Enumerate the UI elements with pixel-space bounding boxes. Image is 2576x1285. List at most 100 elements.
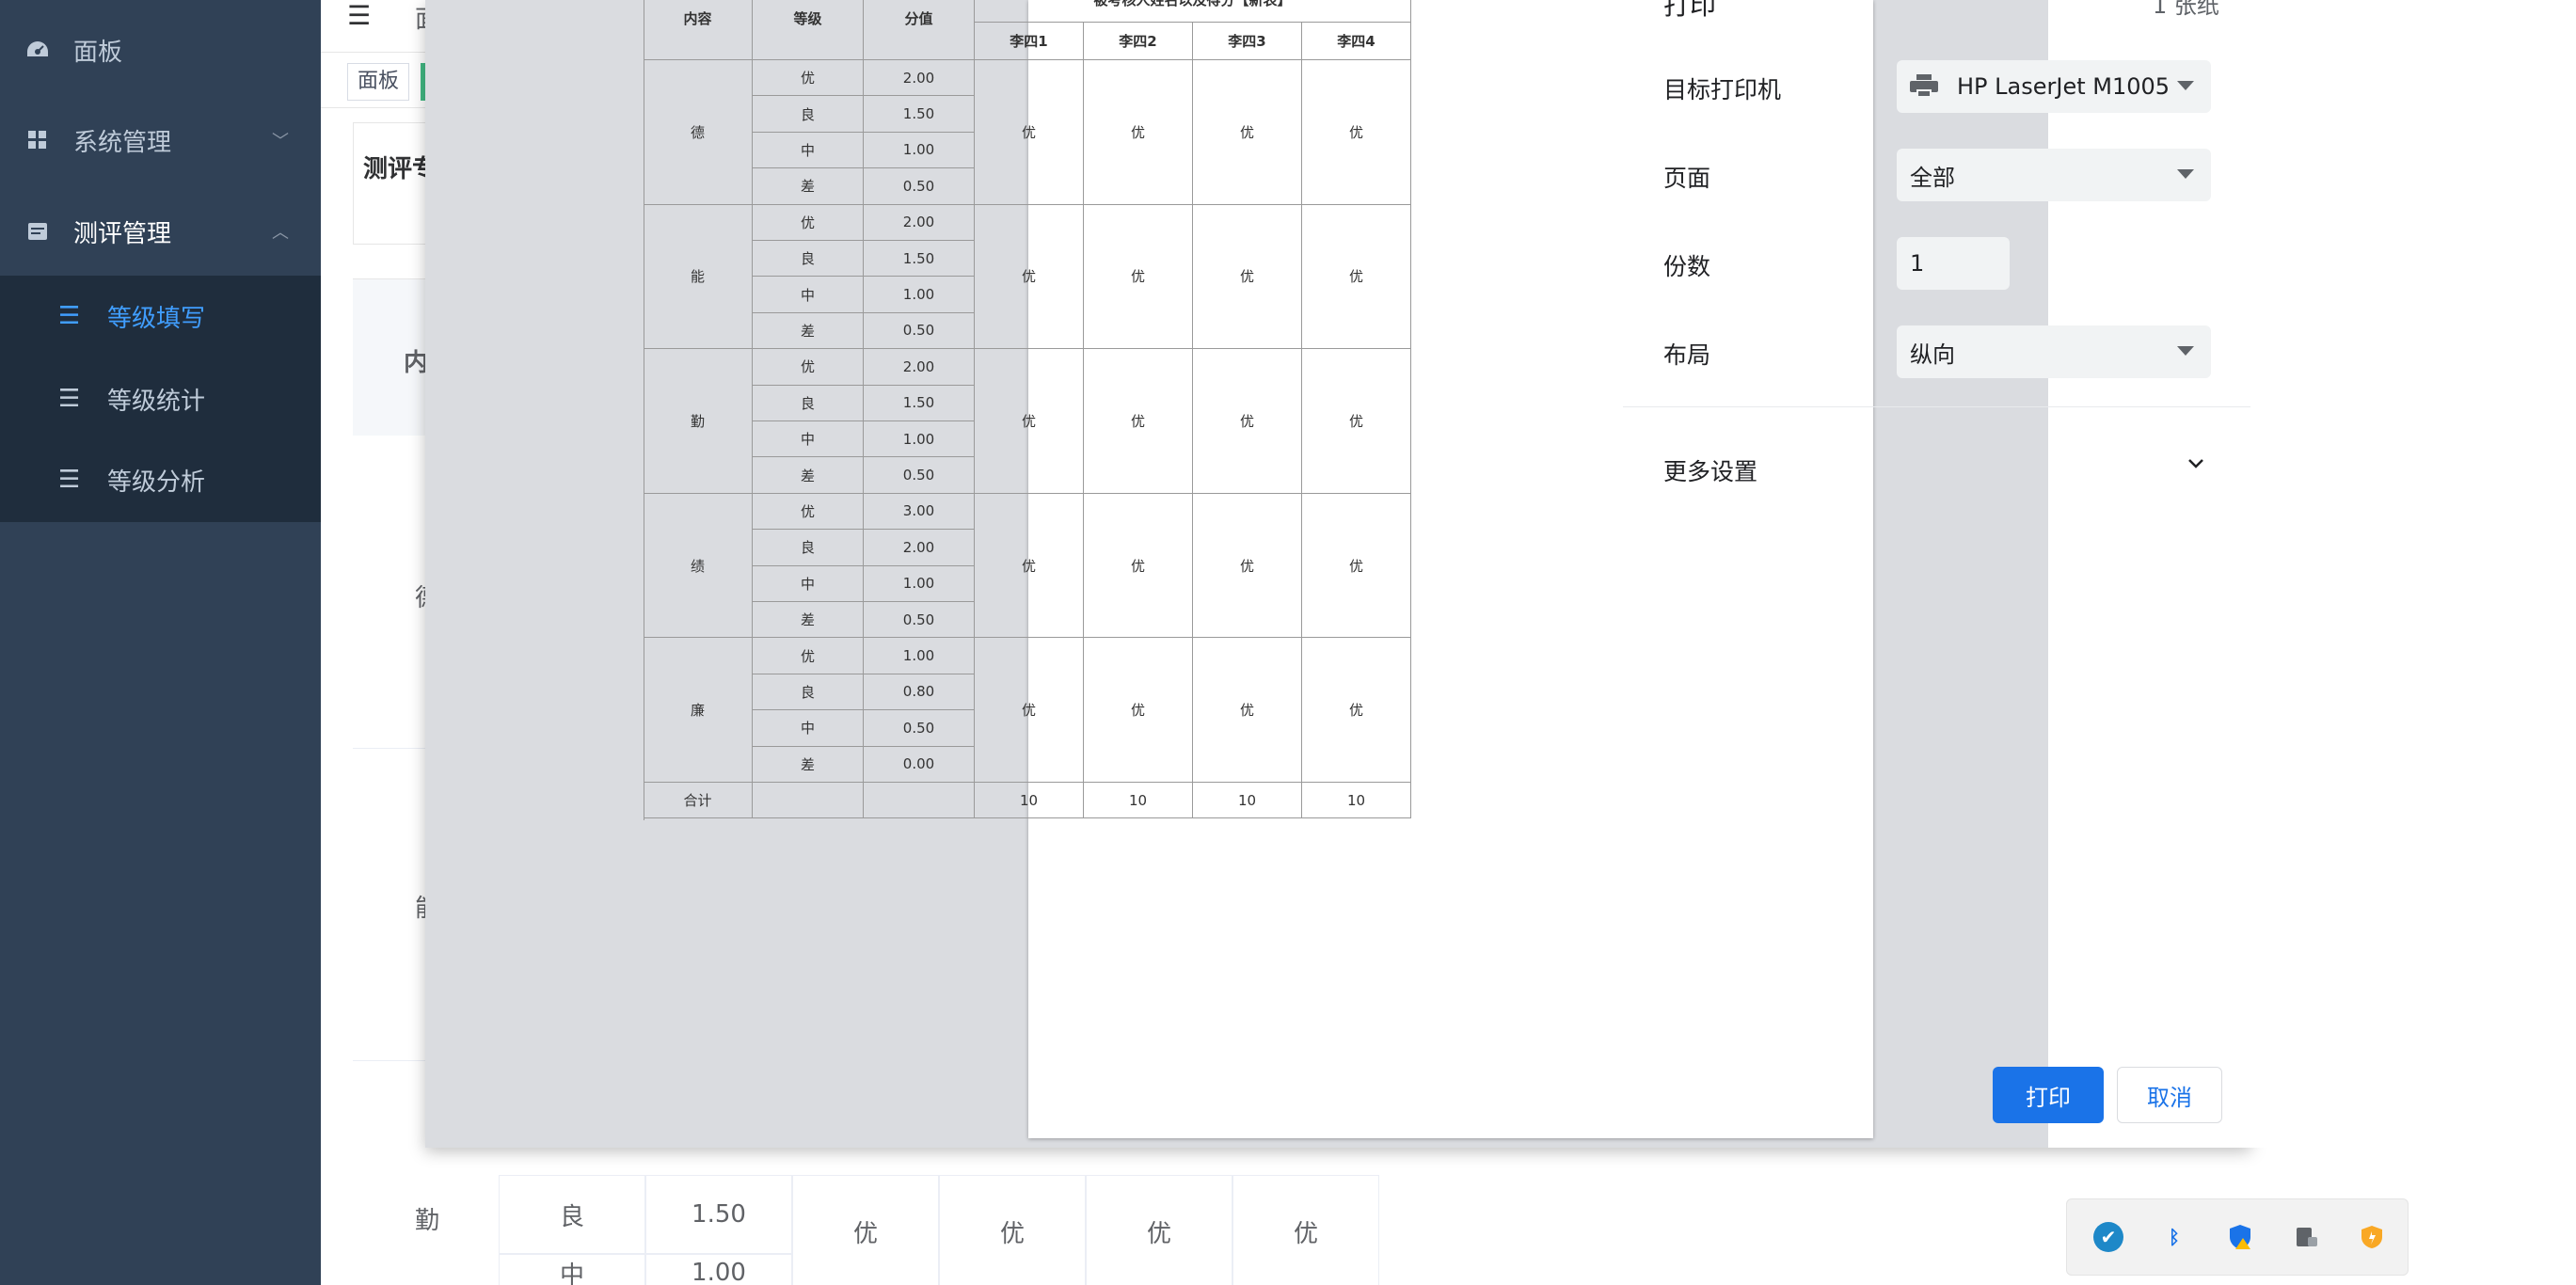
score-cell: 1.00 xyxy=(864,277,975,313)
grade-value-cell: 优 xyxy=(1084,204,1193,350)
more-settings-toggle[interactable]: 更多设置 xyxy=(1663,446,2207,493)
grade-value-cell: 优 xyxy=(975,204,1084,350)
score-cell: 1.00 xyxy=(645,1254,792,1285)
sidebar-item-label: 等级分析 xyxy=(107,468,206,497)
grid-icon xyxy=(24,127,51,153)
copies-value: 1 xyxy=(1910,250,1925,277)
sidebar-item-evaluation[interactable]: 测评管理 ︿ xyxy=(0,191,321,272)
grade-cell: 优 xyxy=(753,493,864,531)
grade-value-cell: 优 xyxy=(975,493,1084,639)
grade-value-cell: 优 xyxy=(1193,493,1302,639)
list-icon: ☰ xyxy=(58,385,81,413)
notification-shield-icon[interactable] xyxy=(2357,1222,2387,1252)
list-icon: ☰ xyxy=(58,302,81,330)
grade-cell: 良 xyxy=(499,1175,645,1254)
score-cell: 3.00 xyxy=(864,493,975,531)
grade-cell: 差 xyxy=(753,168,864,205)
grade-cell: 差 xyxy=(753,312,864,350)
pages-value: 全部 xyxy=(1910,164,1955,191)
sidebar-item-label: 等级填写 xyxy=(107,304,206,333)
grade-value-cell: 优 xyxy=(1084,349,1193,494)
layout-value: 纵向 xyxy=(1910,341,1955,368)
grade-cell: 差 xyxy=(753,746,864,783)
copies-label: 份数 xyxy=(1663,253,1711,280)
shield-check-icon[interactable]: ✔ xyxy=(2093,1222,2123,1252)
total-value-cell: 10 xyxy=(1302,783,1411,819)
printer-value: HP LaserJet M1005 xyxy=(1957,73,2171,100)
empty-cell xyxy=(864,783,975,819)
sidebar-item-grade-stats[interactable]: ☰ 等级统计 xyxy=(0,358,321,439)
grade-cell: 良 xyxy=(753,530,864,566)
caret-down-icon xyxy=(2177,81,2194,90)
table-caption: 被考核人姓名以及得分【新表】 xyxy=(975,0,1411,23)
system-tray-popup: ✔ ᛒ xyxy=(2066,1198,2409,1276)
score-cell: 0.00 xyxy=(864,746,975,783)
score-cell: 1.00 xyxy=(864,565,975,602)
tag-dashboard[interactable]: 面板 xyxy=(347,63,410,101)
total-value-cell: 10 xyxy=(1084,783,1193,819)
content-cell: 绩 xyxy=(644,493,753,639)
score-cell: 2.00 xyxy=(864,530,975,566)
copies-input[interactable]: 1 xyxy=(1897,237,2010,290)
grade-cell: 中 xyxy=(753,277,864,313)
device-icon[interactable] xyxy=(2291,1222,2321,1252)
total-value-cell: 10 xyxy=(975,783,1084,819)
pages-select[interactable]: 全部 xyxy=(1897,149,2211,201)
score-cell: 1.50 xyxy=(645,1175,792,1254)
table-header-cell: 等级 xyxy=(753,0,864,60)
score-cell: 1.50 xyxy=(864,241,975,278)
sidebar-item-label: 面板 xyxy=(73,38,123,67)
person-header-cell: 李四2 xyxy=(1084,23,1193,60)
sidebar-item-grade-analysis[interactable]: ☰ 等级分析 xyxy=(0,439,321,520)
total-label-cell: 合计 xyxy=(644,783,753,819)
grade-value-cell: 优 xyxy=(975,60,1084,205)
score-cell: 1.50 xyxy=(864,385,975,421)
printer-icon xyxy=(1910,74,1938,99)
person-header-cell: 李四1 xyxy=(975,23,1084,60)
content-cell: 德 xyxy=(644,60,753,205)
content-cell: 勤 xyxy=(644,349,753,494)
dialog-title: 打印 xyxy=(1663,0,1717,21)
table-header-cell: 内容 xyxy=(644,0,753,60)
grade-value-cell: 优 xyxy=(1084,60,1193,205)
grade-value-cell: 优 xyxy=(1302,493,1411,639)
score-cell: 1.50 xyxy=(864,96,975,133)
security-warning-icon[interactable] xyxy=(2225,1222,2255,1252)
score-cell: 0.50 xyxy=(864,602,975,639)
score-cell: 2.00 xyxy=(864,204,975,241)
sidebar-item-system[interactable]: 系统管理 ﹀ xyxy=(0,100,321,181)
sidebar-item-grade-fill[interactable]: ☰ 等级填写 xyxy=(0,276,321,357)
pages-label: 页面 xyxy=(1663,165,1711,192)
table-header-cell: 分值 xyxy=(864,0,975,60)
grade-value-cell: 优 xyxy=(1193,204,1302,350)
chevron-down-icon xyxy=(2185,452,2207,478)
grade-cell: 优 xyxy=(753,60,864,97)
grade-value-cell: 优 xyxy=(1302,349,1411,494)
grade-value-cell: 优 xyxy=(792,1175,939,1285)
sidebar-item-label: 等级统计 xyxy=(107,387,206,416)
grade-cell: 中 xyxy=(499,1254,645,1285)
grade-cell: 良 xyxy=(753,96,864,133)
sidebar-item-dashboard[interactable]: 面板 xyxy=(0,9,321,90)
grade-value-cell: 优 xyxy=(1086,1175,1232,1285)
grade-cell: 中 xyxy=(753,710,864,747)
grade-cell: 中 xyxy=(753,421,864,458)
sidebar-item-label: 测评管理 xyxy=(73,219,172,248)
grade-cell: 优 xyxy=(753,349,864,386)
grade-value-cell: 优 xyxy=(1193,60,1302,205)
content-cell: 能 xyxy=(644,204,753,350)
grade-value-cell: 优 xyxy=(1232,1175,1379,1285)
grade-value-cell: 优 xyxy=(1302,60,1411,205)
cancel-button[interactable]: 取消 xyxy=(2117,1067,2222,1123)
grade-value-cell: 优 xyxy=(1193,638,1302,783)
hamburger-icon[interactable]: ☰ xyxy=(347,0,371,31)
grade-value-cell: 优 xyxy=(1084,493,1193,639)
bluetooth-icon[interactable]: ᛒ xyxy=(2159,1222,2189,1252)
document-icon xyxy=(24,218,51,245)
printer-select[interactable]: HP LaserJet M1005 xyxy=(1897,60,2211,113)
caret-down-icon xyxy=(2177,169,2194,179)
score-cell: 0.50 xyxy=(864,312,975,350)
layout-select[interactable]: 纵向 xyxy=(1897,325,2211,378)
person-header-cell: 李四4 xyxy=(1302,23,1411,60)
print-button[interactable]: 打印 xyxy=(1993,1067,2104,1123)
